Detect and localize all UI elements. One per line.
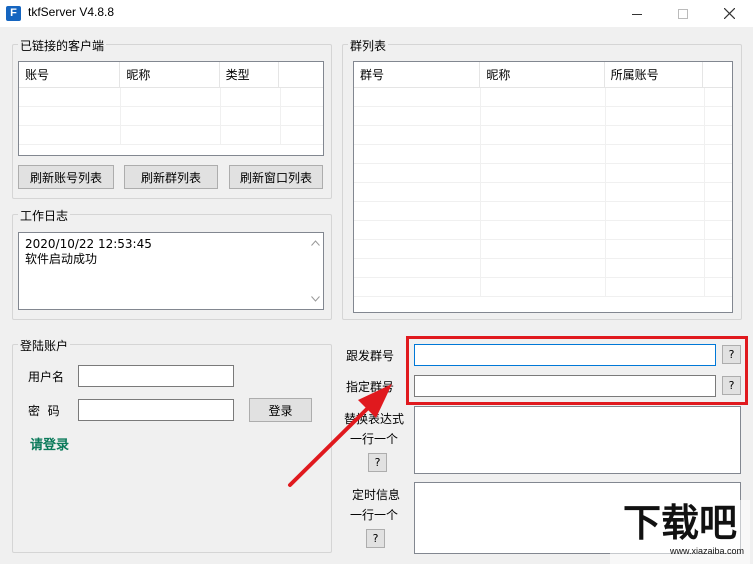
column-header[interactable]: 所属账号	[605, 62, 704, 87]
table-row	[354, 107, 732, 126]
table-row	[354, 88, 732, 107]
clients-group-title: 已链接的客户端	[18, 37, 107, 54]
table-row	[354, 183, 732, 202]
minimize-button[interactable]	[614, 0, 660, 27]
table-row	[354, 145, 732, 164]
scroll-down-icon[interactable]	[307, 291, 323, 307]
close-button[interactable]	[706, 0, 752, 27]
column-header[interactable]: 账号	[19, 62, 121, 87]
column-header-filler	[703, 62, 732, 87]
table-row	[354, 221, 732, 240]
watermark: 下载吧 www.xiazaiba.com	[610, 500, 750, 564]
table-row	[354, 259, 732, 278]
table-row	[354, 164, 732, 183]
table-row	[19, 107, 323, 126]
username-label: 用户名	[28, 370, 65, 384]
table-row	[354, 202, 732, 221]
username-input[interactable]	[78, 365, 234, 387]
table-row	[19, 88, 323, 107]
highlight-box	[406, 336, 748, 405]
clients-list-header: 账号 昵称 类型	[19, 62, 323, 88]
maximize-button[interactable]	[660, 0, 706, 27]
column-header[interactable]: 昵称	[480, 62, 605, 87]
replace-expr-textarea[interactable]	[414, 406, 741, 474]
log-group-title: 工作日志	[18, 207, 71, 224]
timed-msg-sublabel: 一行一个	[350, 508, 399, 522]
clients-listview[interactable]: 账号 昵称 类型	[18, 61, 324, 156]
maximize-icon	[678, 8, 688, 19]
log-line: 2020/10/22 12:53:45	[25, 237, 152, 251]
refresh-windows-button[interactable]: 刷新窗口列表	[229, 165, 323, 189]
login-status-text: 请登录	[30, 438, 70, 453]
password-label: 密 码	[28, 404, 60, 418]
column-header-filler	[279, 62, 323, 87]
watermark-url: www.xiazaiba.com	[669, 546, 744, 556]
column-header[interactable]: 类型	[220, 62, 280, 87]
login-group-title: 登陆账户	[18, 337, 71, 354]
table-row	[354, 126, 732, 145]
group-list-title: 群列表	[348, 37, 389, 54]
follow-group-label: 跟发群号	[346, 349, 395, 363]
close-icon	[723, 8, 735, 19]
title-bar: F tkfServer V4.8.8	[0, 0, 753, 27]
table-row	[354, 278, 732, 297]
column-header[interactable]: 昵称	[120, 62, 220, 87]
watermark-logo: 下载吧	[622, 501, 737, 545]
app-icon: F	[6, 6, 21, 21]
log-line: 软件启动成功	[25, 252, 98, 266]
timed-msg-help-button[interactable]: ?	[366, 529, 385, 548]
table-row	[19, 126, 323, 145]
refresh-accounts-button[interactable]: 刷新账号列表	[18, 165, 114, 189]
refresh-groups-button[interactable]: 刷新群列表	[124, 165, 218, 189]
group-listview[interactable]: 群号 昵称 所属账号	[353, 61, 733, 313]
password-input[interactable]	[78, 399, 234, 421]
log-textarea[interactable]: 2020/10/22 12:53:45 软件启动成功	[18, 232, 324, 310]
annotation-arrow	[288, 384, 392, 487]
scroll-up-icon[interactable]	[307, 235, 323, 251]
column-header[interactable]: 群号	[354, 62, 481, 87]
window-title: tkfServer V4.8.8	[28, 5, 115, 19]
table-row	[354, 240, 732, 259]
minimize-icon	[632, 13, 642, 15]
group-list-header: 群号 昵称 所属账号	[354, 62, 732, 88]
